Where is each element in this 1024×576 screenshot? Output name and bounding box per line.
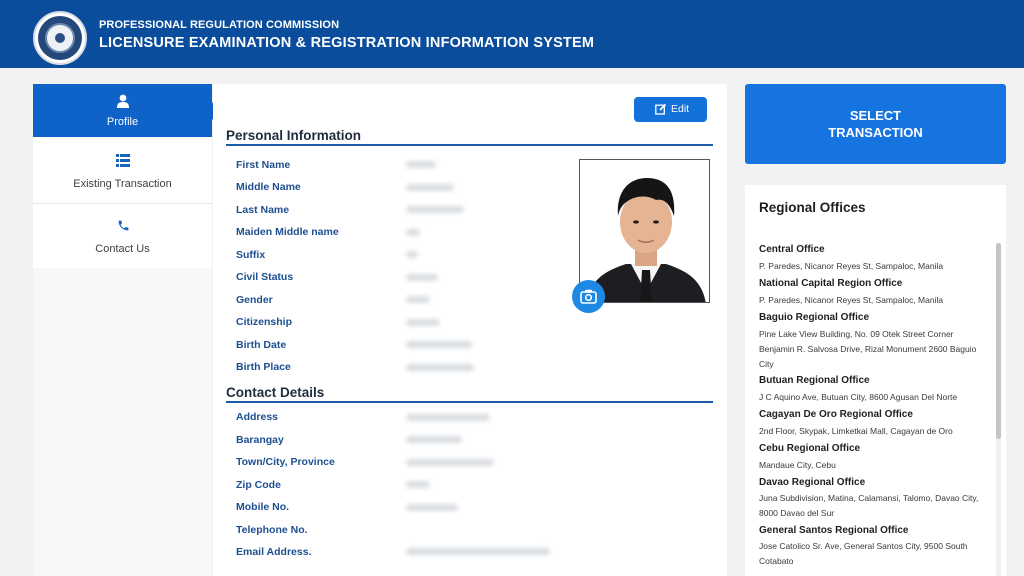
office-address: Jose Catolico Sr. Ave, General Santos Ci… bbox=[759, 541, 968, 566]
citizenship-value bbox=[406, 319, 440, 326]
maiden-middle-name-value bbox=[406, 229, 420, 236]
civil-status-label: Civil Status bbox=[236, 271, 294, 283]
town-city-province-label: Town/City, Province bbox=[236, 456, 335, 468]
birth-place-label: Birth Place bbox=[236, 361, 291, 373]
edit-icon bbox=[655, 103, 667, 115]
office-address: 2nd Floor, Skypak, Limketkai Mall, Cagay… bbox=[759, 426, 953, 436]
sidebar-item-label: Existing Transaction bbox=[73, 178, 172, 190]
sidebar-item-contact-us[interactable]: Contact Us bbox=[33, 204, 212, 268]
system-title: LICENSURE EXAMINATION & REGISTRATION INF… bbox=[99, 35, 595, 51]
email-address-value bbox=[406, 548, 550, 555]
contact-details-heading: Contact Details bbox=[226, 385, 325, 400]
birth-date-value bbox=[406, 341, 472, 348]
last-name-value bbox=[406, 206, 464, 213]
mobile-no-value bbox=[406, 504, 458, 511]
suffix-value bbox=[406, 251, 418, 258]
last-name-label: Last Name bbox=[236, 204, 290, 216]
office-name: Central Office bbox=[759, 244, 825, 255]
camera-icon bbox=[580, 289, 597, 304]
profile-photo bbox=[579, 159, 710, 303]
office-name: Cebu Regional Office bbox=[759, 443, 861, 454]
sidebar-item-existing-transaction[interactable]: Existing Transaction bbox=[33, 137, 212, 203]
office-name: Cagayan De Oro Regional Office bbox=[759, 409, 913, 420]
gender-label: Gender bbox=[236, 294, 273, 306]
office-address: Juna Subdivision, Matina, Calamansi, Tal… bbox=[759, 493, 979, 518]
zip-code-value bbox=[406, 481, 430, 488]
regional-offices-panel: Regional Offices Central Office P. Pared… bbox=[745, 185, 1006, 576]
office-name: Baguio Regional Office bbox=[759, 312, 870, 323]
office-address: P. Paredes, Nicanor Reyes St, Sampaloc, … bbox=[759, 261, 944, 271]
edit-button[interactable]: Edit bbox=[634, 97, 707, 122]
birth-place-value bbox=[406, 364, 474, 371]
sidebar-item-label: Profile bbox=[106, 116, 139, 128]
phone-icon bbox=[118, 220, 129, 231]
birth-date-label: Birth Date bbox=[236, 339, 287, 351]
sidebar-nav: Profile Existing Transaction Contact Us bbox=[33, 84, 219, 576]
citizenship-label: Citizenship bbox=[236, 316, 293, 328]
profile-card: Edit Personal Information First Name Mid… bbox=[213, 84, 727, 576]
middle-name-value bbox=[406, 184, 454, 191]
personal-info-heading: Personal Information bbox=[226, 128, 362, 143]
org-name: PROFESSIONAL REGULATION COMMISSION bbox=[99, 19, 340, 31]
app-header: PROFESSIONAL REGULATION COMMISSION LICEN… bbox=[0, 0, 1024, 68]
mobile-no-label: Mobile No. bbox=[236, 501, 290, 513]
first-name-value bbox=[406, 161, 436, 168]
office-name: Butuan Regional Office bbox=[759, 375, 870, 386]
sidebar-item-profile[interactable]: Profile bbox=[33, 84, 219, 137]
zip-code-label: Zip Code bbox=[236, 479, 281, 491]
barangay-value bbox=[406, 436, 462, 443]
select-transaction-button[interactable]: SELECT TRANSACTION bbox=[745, 84, 1006, 164]
office-name: General Santos Regional Office bbox=[759, 525, 909, 536]
office-name: Davao Regional Office bbox=[759, 477, 866, 488]
office-address: P. Paredes, Nicanor Reyes St, Sampaloc, … bbox=[759, 295, 944, 305]
scrollbar-thumb[interactable] bbox=[996, 243, 1001, 439]
barangay-label: Barangay bbox=[236, 434, 284, 446]
middle-name-label: Middle Name bbox=[236, 181, 301, 193]
list-icon bbox=[116, 154, 130, 167]
maiden-middle-name-label: Maiden Middle name bbox=[236, 226, 339, 238]
prc-seal-logo bbox=[33, 11, 87, 65]
office-address: J C Aquino Ave, Butuan City, 8600 Agusan… bbox=[759, 392, 958, 402]
office-name: National Capital Region Office bbox=[759, 278, 903, 289]
suffix-label: Suffix bbox=[236, 249, 266, 261]
office-address: Mandaue City, Cebu bbox=[759, 460, 836, 470]
town-city-province-value bbox=[406, 459, 494, 466]
address-label: Address bbox=[236, 411, 279, 423]
sidebar-item-label: Contact Us bbox=[95, 243, 150, 255]
telephone-no-label: Telephone No. bbox=[236, 524, 308, 536]
civil-status-value bbox=[406, 274, 438, 281]
person-portrait-image bbox=[580, 160, 709, 302]
address-value bbox=[406, 414, 490, 421]
gender-value bbox=[406, 296, 430, 303]
change-photo-button[interactable] bbox=[572, 280, 605, 313]
user-icon bbox=[117, 94, 129, 108]
regional-offices-heading: Regional Offices bbox=[759, 200, 866, 215]
first-name-label: First Name bbox=[236, 159, 291, 171]
email-address-label: Email Address. bbox=[236, 546, 312, 558]
office-address: Pine Lake View Building, No. 09 Otek Str… bbox=[759, 329, 977, 369]
